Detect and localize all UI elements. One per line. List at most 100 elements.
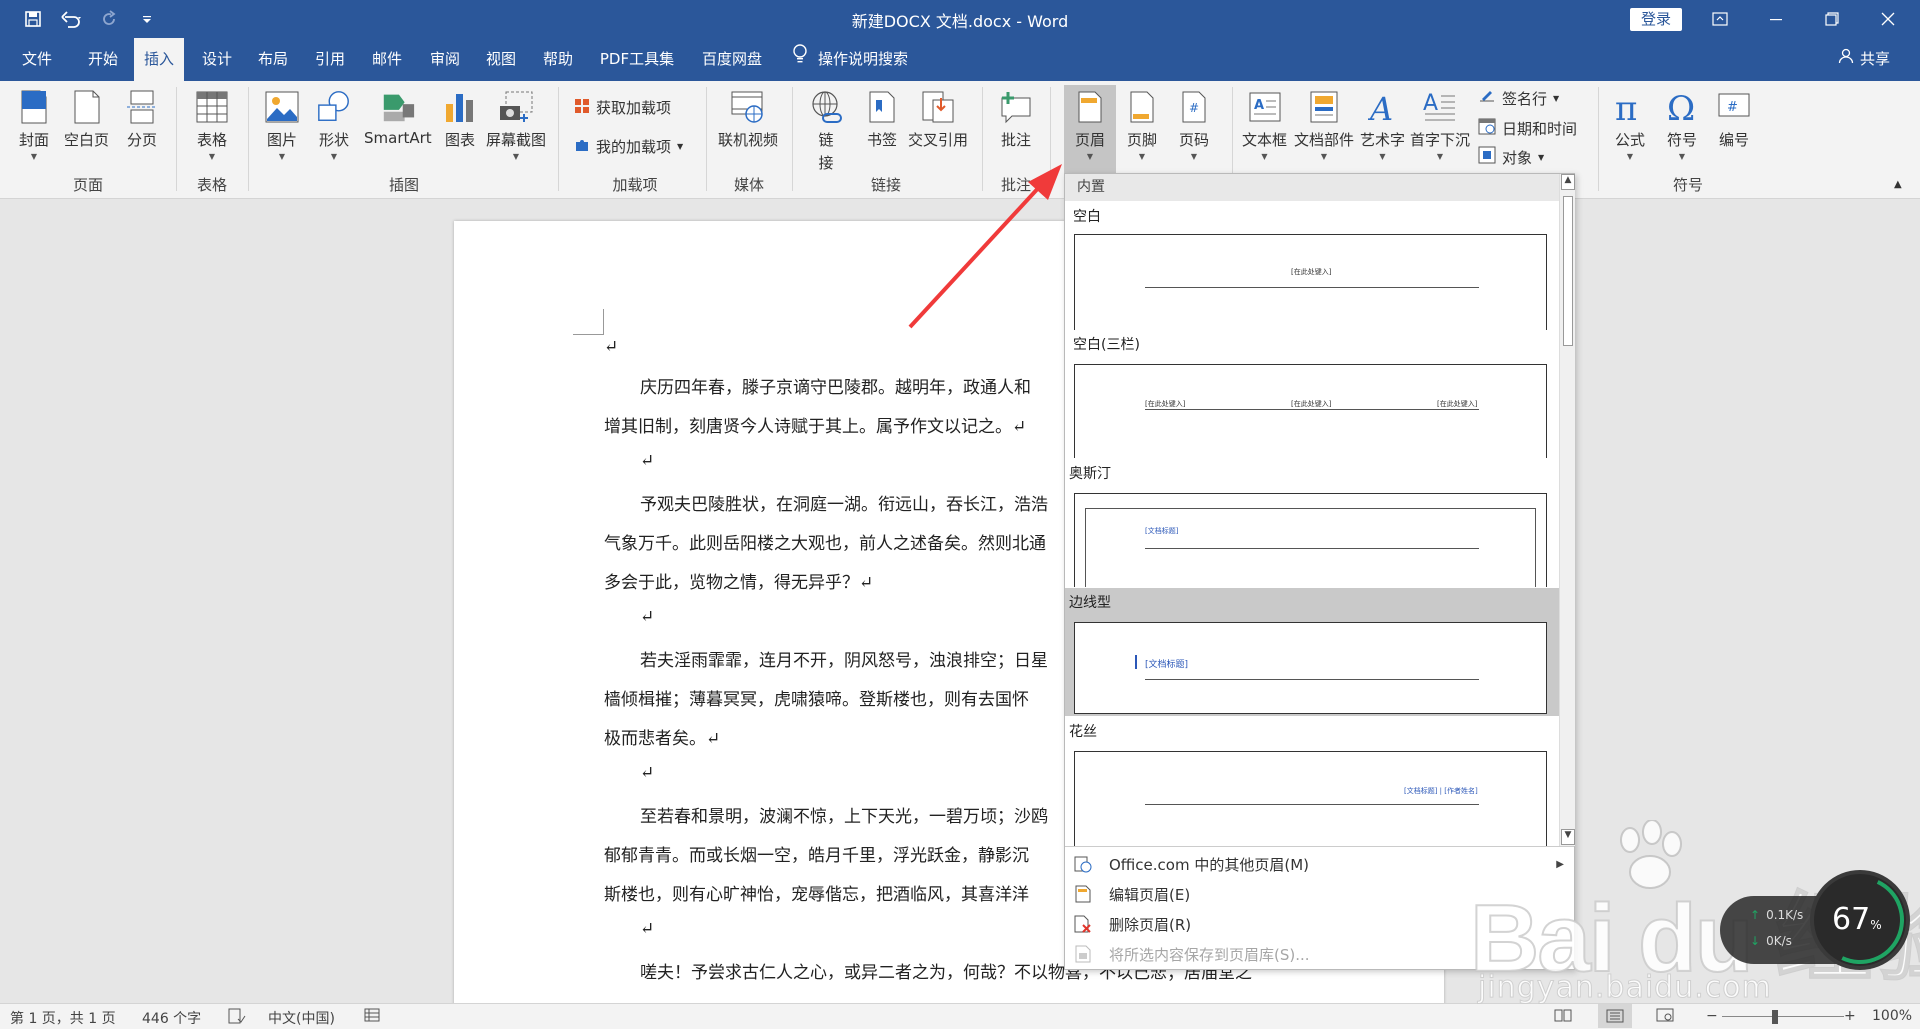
textbox-button[interactable]: A 文本框 ▼ xyxy=(1242,87,1287,161)
numbering-button[interactable]: # 编号 xyxy=(1716,87,1752,150)
zoom-in-icon[interactable]: + xyxy=(1844,1008,1856,1024)
tab-layout[interactable]: 布局 xyxy=(248,38,298,81)
scroll-down-icon[interactable]: ▼ xyxy=(1561,829,1575,845)
tab-pdf-tools[interactable]: PDF工具集 xyxy=(594,38,680,81)
tab-help[interactable]: 帮助 xyxy=(533,38,583,81)
proofing-icon[interactable] xyxy=(228,1008,246,1028)
tell-me-label: 操作说明搜索 xyxy=(818,50,909,68)
signature-line-button[interactable]: 签名行 ▼ xyxy=(1478,87,1559,109)
language-indicator[interactable]: 中文(中国) xyxy=(268,1008,335,1028)
group-label-illustrations: 插图 xyxy=(388,176,419,194)
footer-button[interactable]: 页脚 ▼ xyxy=(1124,87,1160,161)
zoom-level[interactable]: 100% xyxy=(1872,1008,1912,1024)
gallery-item-sideline[interactable]: 边线型 [文档标题] xyxy=(1065,588,1559,716)
gallery-item-filigree[interactable]: 花丝 [文档标题] | [作者姓名] xyxy=(1065,717,1559,846)
wordart-icon: A xyxy=(1365,87,1401,127)
date-time-button[interactable]: 日期和时间 xyxy=(1478,117,1577,139)
tab-home[interactable]: 开始 xyxy=(78,38,128,81)
restore-icon[interactable] xyxy=(1812,4,1852,34)
equation-button[interactable]: π 公式 ▼ xyxy=(1612,87,1648,161)
wordart-button[interactable]: A 艺术字 ▼ xyxy=(1360,87,1405,161)
symbol-button[interactable]: Ω 符号 ▼ xyxy=(1664,87,1700,161)
ribbon-display-options-icon[interactable] xyxy=(1700,4,1740,34)
chart-button[interactable]: 图表 xyxy=(442,87,478,150)
scroll-up-icon[interactable]: ▲ xyxy=(1561,174,1575,190)
header-button[interactable]: 页眉 ▼ xyxy=(1064,85,1116,179)
dropdown-caret-icon: ▼ xyxy=(1553,93,1560,103)
puzzle-icon xyxy=(574,137,590,157)
page-break-button[interactable]: 分页 xyxy=(124,87,160,150)
textbox-icon: A xyxy=(1247,87,1283,127)
share-button[interactable]: 共享 xyxy=(1838,38,1890,81)
macro-recording-icon[interactable] xyxy=(364,1008,380,1026)
minimize-icon[interactable] xyxy=(1756,4,1796,34)
tell-me-search[interactable]: 操作说明搜索 xyxy=(792,38,908,81)
gallery-section-header: 内置 xyxy=(1065,174,1559,201)
shapes-button[interactable]: 形状 ▼ xyxy=(316,87,352,161)
zoom-slider-thumb[interactable] xyxy=(1772,1010,1778,1024)
table-icon xyxy=(194,87,230,127)
new-comment-button[interactable]: 批注 xyxy=(998,87,1034,150)
tab-insert[interactable]: 插入 xyxy=(134,38,184,81)
web-layout-icon[interactable] xyxy=(1656,1008,1674,1026)
office-globe-icon xyxy=(1071,852,1095,876)
tab-references[interactable]: 引用 xyxy=(305,38,355,81)
picture-icon xyxy=(264,87,300,127)
quick-parts-icon xyxy=(1306,87,1342,127)
blank-page-button[interactable]: 空白页 xyxy=(64,87,109,150)
read-mode-icon[interactable] xyxy=(1554,1008,1572,1026)
picture-button[interactable]: 图片 ▼ xyxy=(264,87,300,161)
header-rule xyxy=(1145,548,1479,549)
link-icon xyxy=(808,87,844,127)
word-count[interactable]: 446 个字 xyxy=(142,1008,201,1028)
zoom-slider[interactable] xyxy=(1722,1016,1844,1017)
header-preview-thumbnail: [文档标题] xyxy=(1074,493,1547,587)
screenshot-button[interactable]: 屏幕截图 ▼ xyxy=(486,87,546,161)
gallery-item-blank-three-column[interactable]: 空白(三栏) [在此处键入] [在此处键入] [在此处键入] xyxy=(1065,330,1559,458)
online-video-button[interactable]: 联机视频 xyxy=(718,87,778,150)
cover-page-button[interactable]: 封面 ▼ xyxy=(16,87,52,161)
document-line: 樯倾楫摧；薄暮冥冥，虎啸猿啼。登斯楼也，则有去国怀 xyxy=(604,690,1029,710)
gallery-item-blank[interactable]: 空白 [在此处键入] xyxy=(1065,202,1559,330)
zoom-out-icon[interactable]: − xyxy=(1706,1008,1718,1024)
page-number-button[interactable]: # 页码 ▼ xyxy=(1176,87,1212,161)
page-count[interactable]: 第 1 页，共 1 页 xyxy=(10,1008,116,1028)
tab-view[interactable]: 视图 xyxy=(476,38,526,81)
tab-design[interactable]: 设计 xyxy=(192,38,242,81)
bookmark-icon xyxy=(864,87,900,127)
gallery-item-austin[interactable]: 奥斯汀 [文档标题] xyxy=(1065,459,1559,587)
tab-mailings[interactable]: 邮件 xyxy=(362,38,412,81)
dropdown-caret-icon: ▼ xyxy=(208,152,216,161)
drop-cap-button[interactable]: A 首字下沉 ▼ xyxy=(1410,87,1470,161)
close-icon[interactable] xyxy=(1868,4,1908,34)
get-addins-button[interactable]: 获取加载项 xyxy=(574,97,671,118)
dropdown-caret-icon: ▼ xyxy=(30,152,38,161)
edit-header-menu-item[interactable]: 编辑页眉(E) xyxy=(1065,879,1574,909)
more-headers-from-office-menu-item[interactable]: Office.com 中的其他页眉(M) ▶ xyxy=(1065,849,1574,879)
bookmark-button[interactable]: 书签 xyxy=(864,87,900,150)
table-button[interactable]: 表格 ▼ xyxy=(194,87,230,161)
gallery-scrollbar[interactable]: ▲ ▼ xyxy=(1559,174,1575,846)
cross-reference-button[interactable]: 交叉引用 xyxy=(908,87,968,150)
my-addins-button[interactable]: 我的加载项 ▼ xyxy=(574,136,683,157)
new-comment-icon xyxy=(998,87,1034,127)
remove-header-menu-item[interactable]: 删除页眉(R) xyxy=(1065,909,1574,939)
document-line: ↵ xyxy=(604,337,619,357)
network-speed-widget[interactable]: ↑ 0.1K/s ↓ 0K/s 67% xyxy=(1720,863,1917,977)
link-button[interactable]: 链 接 xyxy=(808,87,844,173)
quick-parts-button[interactable]: 文档部件 ▼ xyxy=(1294,87,1354,161)
document-line: 气象万千。此则岳阳楼之大观也，前人之述备矣。然则北通 xyxy=(604,534,1046,554)
tab-file[interactable]: 文件 xyxy=(12,38,62,81)
header-preview-thumbnail: [文档标题] | [作者姓名] xyxy=(1074,751,1547,846)
scrollbar-thumb[interactable] xyxy=(1563,196,1573,346)
collapse-ribbon-icon[interactable]: ▲ xyxy=(1894,179,1902,190)
tab-review[interactable]: 审阅 xyxy=(420,38,470,81)
document-line: ↵ xyxy=(640,763,655,783)
store-icon xyxy=(574,98,590,118)
login-button[interactable]: 登录 xyxy=(1630,8,1682,31)
smartart-button[interactable]: SmartArt xyxy=(364,87,432,147)
save-selection-to-gallery-menu-item[interactable]: 将所选内容保存到页眉库(S)... xyxy=(1065,939,1574,969)
object-button[interactable]: 对象 ▼ xyxy=(1478,146,1544,168)
tab-baidu-netdisk[interactable]: 百度网盘 xyxy=(692,38,772,81)
print-layout-icon[interactable] xyxy=(1598,1004,1632,1028)
